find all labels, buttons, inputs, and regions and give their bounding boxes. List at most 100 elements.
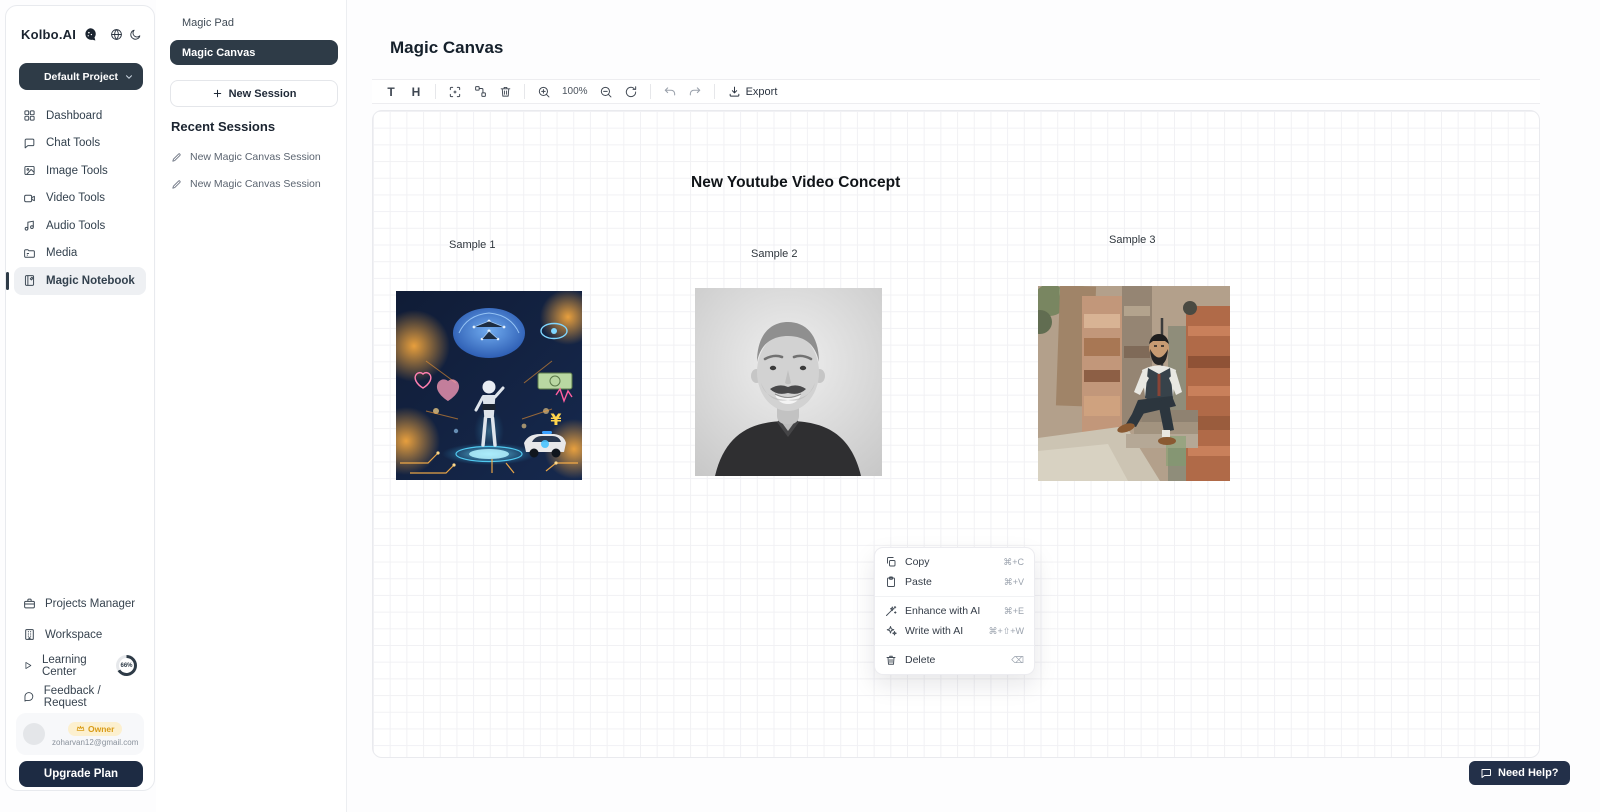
redo-icon (688, 85, 702, 99)
building-icon (23, 628, 36, 641)
shortcut: ⌘+E (1004, 606, 1024, 617)
zoom-in-button[interactable] (534, 82, 554, 101)
ai-select-tool-button[interactable] (445, 82, 465, 101)
ai-select-icon (448, 85, 462, 99)
image-icon (23, 164, 36, 177)
learning-progress-value: 66% (119, 658, 134, 673)
menu-divider (875, 596, 1034, 597)
rotate-icon (624, 85, 638, 99)
brand-row: Kolbo.AI (21, 27, 142, 42)
sidebar-item-label: Projects Manager (45, 598, 135, 610)
menu-divider (875, 645, 1034, 646)
moon-icon (129, 28, 142, 41)
copy-icon (885, 556, 897, 568)
shortcut: ⌘+C (1003, 557, 1024, 568)
sidebar-item-chat-tools[interactable]: Chat Tools (14, 130, 146, 158)
canvas-toolbar: T H 100% Export (372, 79, 1540, 104)
wand-icon (885, 605, 897, 617)
learning-progress-ring: 66% (116, 655, 137, 676)
sidebar-item-projects-manager[interactable]: Projects Manager (14, 588, 146, 619)
brand-logo: Kolbo.AI (21, 27, 76, 42)
recent-session-item[interactable]: New Magic Canvas Session (171, 151, 321, 163)
chevron-down-icon (124, 72, 134, 82)
connector-tool-button[interactable] (470, 82, 490, 101)
notebook-icon (23, 274, 36, 287)
tab-magic-canvas[interactable]: Magic Canvas (170, 40, 338, 65)
sidebar-item-media[interactable]: Media (14, 240, 146, 268)
chat-icon (23, 137, 36, 150)
dashboard-icon (23, 109, 36, 122)
sidebar-item-audio-tools[interactable]: Audio Tools (14, 212, 146, 240)
sidebar-item-label: Feedback / Request (44, 685, 137, 709)
media-icon (23, 247, 36, 260)
canvas-image-man-on-ruins[interactable] (1038, 286, 1230, 481)
briefcase-icon (23, 597, 36, 610)
zoom-in-icon (537, 85, 551, 99)
context-menu: Copy ⌘+C Paste ⌘+V Enhance with AI ⌘+E W… (874, 547, 1035, 675)
session-panel: Magic Pad Magic Canvas New Session Recen… (156, 0, 347, 812)
toolbar-separator (435, 84, 436, 99)
need-help-button[interactable]: Need Help? (1469, 761, 1570, 785)
toolbar-separator (524, 84, 525, 99)
menu-item-delete[interactable]: Delete ⌫ (875, 650, 1034, 670)
sidebar-item-label: Chat Tools (46, 137, 100, 149)
sidebar-item-feedback-request[interactable]: Feedback / Request (14, 681, 146, 712)
user-account-card[interactable]: Owner zoharvan12@gmail.com (16, 713, 144, 755)
undo-button[interactable] (660, 82, 680, 101)
sparkles-icon (885, 625, 897, 637)
sidebar-item-label: Magic Notebook (46, 275, 135, 287)
sidebar-item-learning-center[interactable]: Learning Center 66% (14, 650, 146, 681)
project-selector[interactable]: Default Project (19, 63, 143, 90)
sidebar-item-dashboard[interactable]: Dashboard (14, 102, 146, 130)
zoom-out-button[interactable] (596, 82, 616, 101)
tab-magic-pad[interactable]: Magic Pad (170, 12, 338, 34)
pencil-icon (171, 152, 182, 163)
play-icon (23, 659, 33, 672)
canvas-image-bw-portrait[interactable] (695, 288, 882, 476)
zoom-level-value: 100% (562, 86, 588, 97)
canvas-heading-text[interactable]: New Youtube Video Concept (691, 174, 900, 192)
recent-sessions-title: Recent Sessions (171, 119, 275, 134)
menu-item-paste[interactable]: Paste ⌘+V (875, 572, 1034, 592)
toolbar-separator (714, 84, 715, 99)
user-email: zoharvan12@gmail.com (52, 738, 138, 747)
upgrade-plan-button[interactable]: Upgrade Plan (19, 761, 143, 787)
crown-icon (76, 724, 85, 733)
feedback-icon (23, 690, 35, 703)
shortcut: ⌘+⇧+W (988, 626, 1024, 637)
canvas-image-ai-robot[interactable]: ¥ (396, 291, 582, 480)
menu-item-enhance-with-ai[interactable]: Enhance with AI ⌘+E (875, 601, 1034, 621)
menu-item-copy[interactable]: Copy ⌘+C (875, 552, 1034, 572)
delete-tool-button[interactable] (495, 82, 515, 101)
globe-icon (110, 28, 123, 41)
download-icon (728, 85, 741, 98)
video-icon (23, 192, 36, 205)
primary-sidebar: Kolbo.AI Default Project Dashboard (5, 5, 155, 791)
redo-button[interactable] (685, 82, 705, 101)
sidebar-item-label: Media (46, 247, 77, 259)
recent-session-item[interactable]: New Magic Canvas Session (171, 178, 321, 190)
pencil-icon (171, 179, 182, 190)
language-globe-button[interactable] (110, 28, 123, 41)
toolbar-separator (650, 84, 651, 99)
heading-tool-button[interactable]: H (406, 82, 426, 101)
sidebar-item-workspace[interactable]: Workspace (14, 619, 146, 650)
sample-label-3[interactable]: Sample 3 (1109, 234, 1155, 246)
shortcut: ⌫ (1011, 655, 1024, 666)
sidebar-item-image-tools[interactable]: Image Tools (14, 157, 146, 185)
new-session-button[interactable]: New Session (170, 80, 338, 107)
sidebar-footer-nav: Projects Manager Workspace Learning Cent… (14, 588, 146, 712)
undo-icon (663, 85, 677, 99)
plus-icon (212, 88, 223, 99)
text-tool-button[interactable]: T (381, 82, 401, 101)
trash-icon (885, 654, 897, 666)
export-button[interactable]: Export (724, 85, 782, 98)
help-chat-icon (1480, 767, 1492, 779)
sidebar-item-magic-notebook[interactable]: Magic Notebook (14, 267, 146, 295)
menu-item-write-with-ai[interactable]: Write with AI ⌘+⇧+W (875, 621, 1034, 641)
reset-view-button[interactable] (621, 82, 641, 101)
sample-label-2[interactable]: Sample 2 (751, 248, 797, 260)
sidebar-item-video-tools[interactable]: Video Tools (14, 185, 146, 213)
sample-label-1[interactable]: Sample 1 (449, 239, 495, 251)
dark-mode-toggle[interactable] (129, 28, 142, 41)
